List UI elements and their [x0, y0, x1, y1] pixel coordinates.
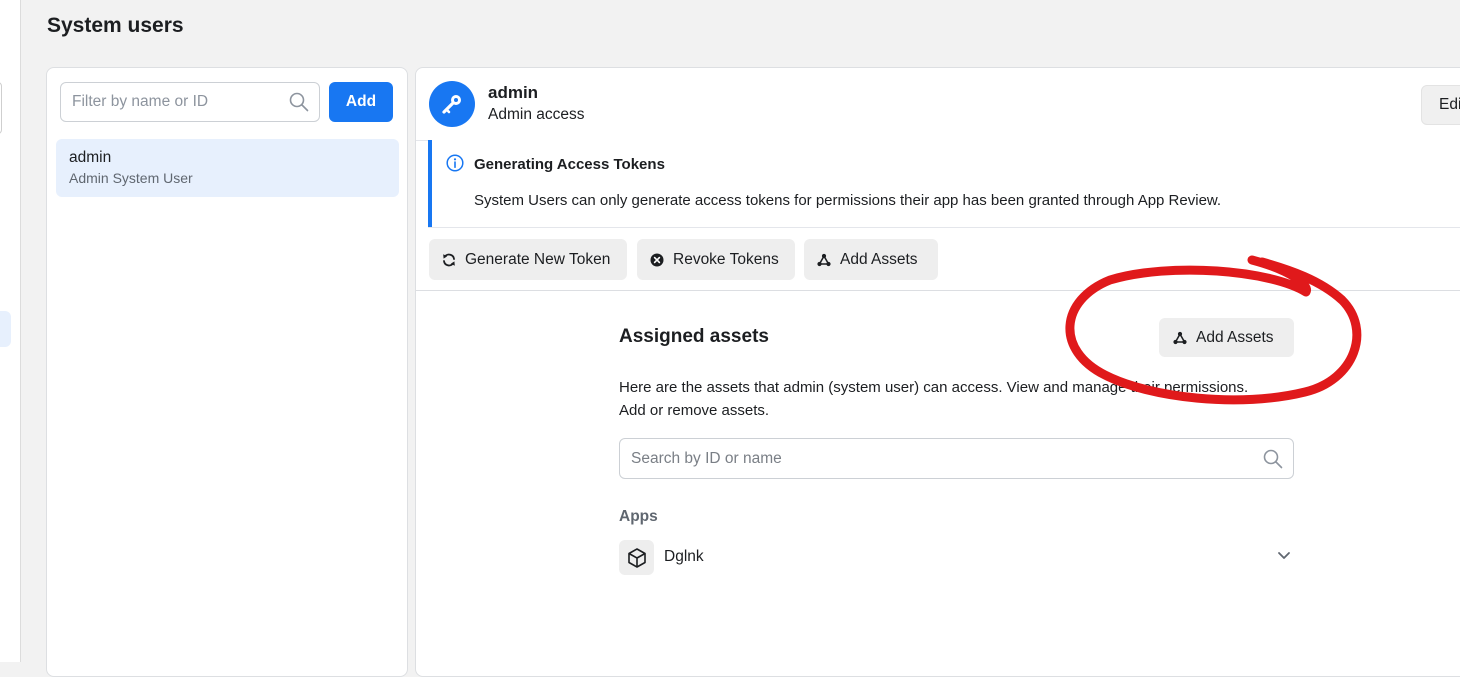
add-assets-label: Add Assets [840, 250, 918, 268]
notice-body: System Users can only generate access to… [474, 192, 1222, 209]
generate-token-button[interactable]: Generate New Token [429, 239, 627, 280]
app-row[interactable]: Dglnk [619, 540, 1294, 576]
user-name: admin [488, 83, 539, 102]
rail-item[interactable] [0, 82, 2, 134]
chevron-down-icon[interactable] [1277, 551, 1291, 561]
page-title: System users [47, 14, 184, 37]
info-notice: Generating Access Tokens System Users ca… [428, 140, 1460, 227]
search-icon [1263, 449, 1283, 469]
user-item-name: admin [69, 149, 112, 166]
add-user-button[interactable]: Add [329, 82, 393, 122]
cube-icon [627, 547, 646, 568]
edit-button[interactable]: Edi [1421, 85, 1460, 125]
filter-field[interactable] [60, 82, 320, 122]
refresh-icon [442, 253, 456, 267]
notice-title: Generating Access Tokens [474, 156, 665, 173]
divider [416, 290, 1460, 291]
user-header: admin Admin access Edi [416, 68, 1460, 140]
key-icon [442, 95, 461, 114]
assets-icon [1173, 331, 1187, 345]
assets-title: Assigned assets [619, 326, 769, 347]
divider [428, 227, 1460, 228]
filter-input[interactable] [61, 83, 281, 121]
access-level: Admin access [488, 106, 585, 123]
add-assets-label: Add Assets [1196, 328, 1274, 346]
revoke-tokens-label: Revoke Tokens [673, 250, 779, 268]
rail-item-active[interactable] [0, 311, 11, 347]
apps-section-label: Apps [619, 508, 658, 525]
generate-token-label: Generate New Token [465, 250, 611, 268]
remove-circle-icon [650, 253, 664, 267]
system-user-detail-panel: admin Admin access Edi Generating Access… [415, 67, 1460, 677]
list-item-admin[interactable]: admin Admin System User [56, 139, 399, 197]
asset-search-input[interactable] [620, 439, 1240, 478]
app-name: Dglnk [664, 548, 704, 565]
assets-description-line: Add or remove assets. [619, 402, 770, 419]
asset-search-field[interactable] [619, 438, 1294, 479]
user-item-role: Admin System User [69, 170, 193, 186]
assets-description: Here are the assets that admin (system u… [619, 376, 1294, 422]
info-icon [446, 154, 464, 172]
search-icon [289, 92, 309, 112]
system-users-list-panel: Add admin Admin System User [46, 67, 408, 677]
app-icon [619, 540, 654, 575]
assets-description-line: Here are the assets that admin (system u… [619, 379, 1249, 396]
add-assets-button[interactable]: Add Assets [1159, 318, 1294, 357]
revoke-tokens-button[interactable]: Revoke Tokens [637, 239, 795, 280]
avatar [429, 81, 475, 127]
assets-icon [817, 253, 831, 267]
add-assets-button-toolbar[interactable]: Add Assets [804, 239, 938, 280]
left-navigation-rail [0, 0, 21, 662]
